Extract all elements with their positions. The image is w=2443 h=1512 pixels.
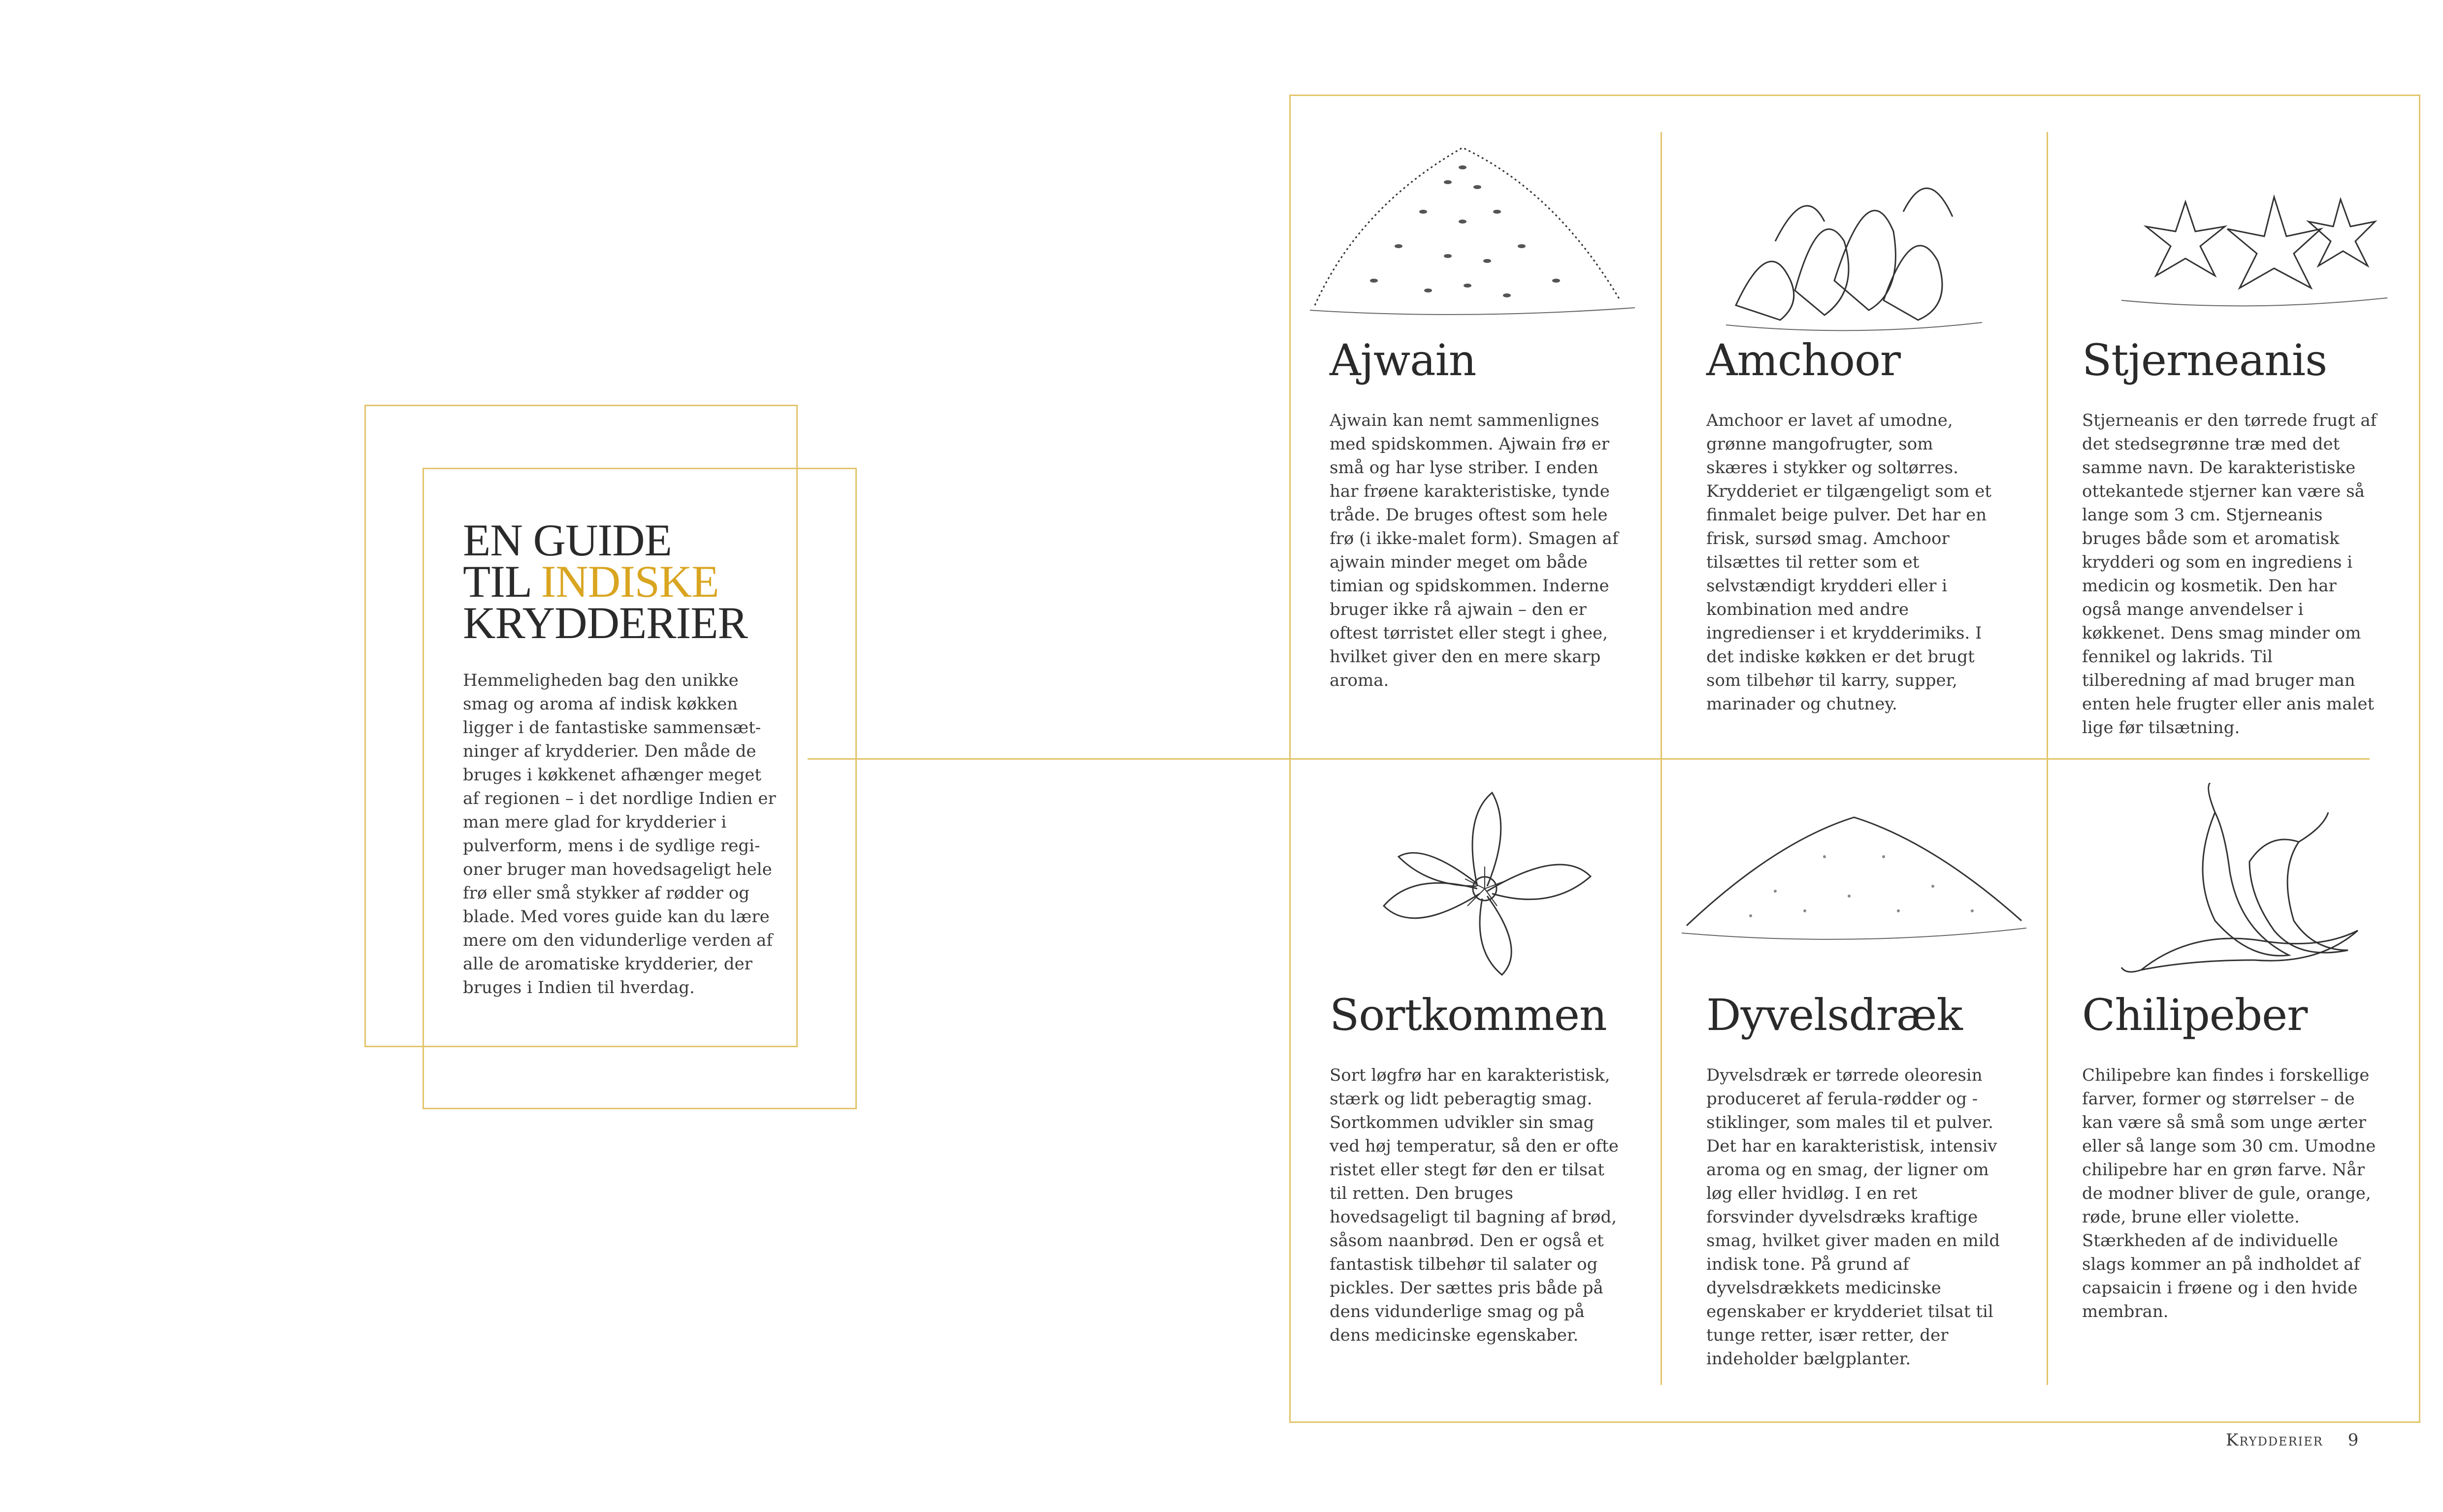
chili-peppers-illustration: [2120, 783, 2358, 973]
spice-name: Chilipeber: [2082, 990, 2308, 1040]
grid-divider-1: [1661, 132, 1662, 1385]
asafoetida-powder-illustration: [1681, 816, 2027, 940]
spice-description: Ajwain kan nemt sammenlignes med spidsko…: [1330, 411, 1619, 690]
grid-divider-2: [2047, 132, 2048, 1385]
spice-name: Dyvelsdræk: [1706, 990, 1963, 1040]
nigella-flower-illustration: [1382, 791, 1592, 976]
spice-name: Sortkommen: [1330, 990, 1607, 1040]
spice-description: Sort løgfrø har en karakteristisk, stærk…: [1330, 1065, 1619, 1345]
section-name: Krydderier: [2226, 1430, 2323, 1450]
amchoor-slices-illustration: [1726, 188, 1983, 331]
star-anise-illustration: [2121, 194, 2388, 307]
page-number: 9: [2347, 1430, 2359, 1450]
ajwain-seeds-illustration: [1309, 147, 1635, 315]
spice-name: Ajwain: [1330, 335, 1476, 386]
spice-name: Stjerneanis: [2082, 335, 2327, 386]
page-footer: Krydderier 9: [2226, 1430, 2358, 1450]
spice-description: Chilipebre kan findes i forskellige farv…: [2082, 1065, 2376, 1321]
spice-name: Amchoor: [1706, 335, 1901, 386]
spice-description: Stjerneanis er den tørrede frugt af det …: [2082, 411, 2377, 738]
intro-paragraph: Hemmeligheden bag den unikke smag og aro…: [463, 671, 776, 997]
title-line-3: KRYDDERIER: [463, 598, 748, 648]
spice-description: Amchoor er lavet af umodne, grønne mango…: [1706, 411, 1992, 714]
spice-description: Dyvelsdræk er tørrede oleoresin producer…: [1706, 1065, 2000, 1369]
page-title: EN GUIDE TIL INDISKE KRYDDERIER: [463, 517, 808, 645]
